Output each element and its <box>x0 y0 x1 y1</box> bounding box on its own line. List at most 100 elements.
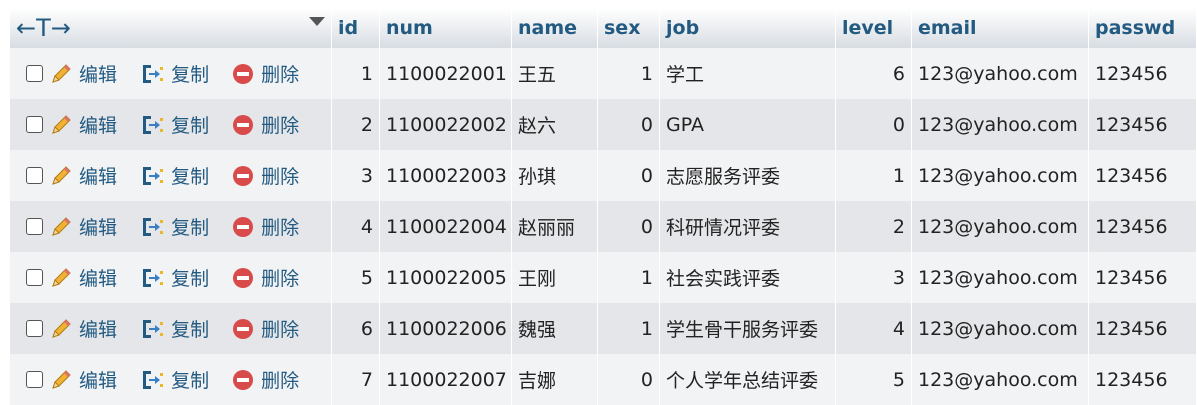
cell-num: 1100022001 <box>380 48 512 99</box>
cell-passwd: 123456 <box>1089 99 1197 150</box>
edit-button[interactable]: 编辑 <box>49 366 117 393</box>
edit-button[interactable]: 编辑 <box>49 264 117 291</box>
delete-label: 删除 <box>261 268 300 290</box>
cell-id: 7 <box>332 354 380 405</box>
delete-label: 删除 <box>261 319 300 341</box>
cell-passwd: 123456 <box>1089 303 1197 354</box>
edit-button[interactable]: 编辑 <box>49 315 117 342</box>
cell-sex: 1 <box>598 252 660 303</box>
cell-email: 123@yahoo.com <box>912 150 1089 201</box>
delete-button[interactable]: 删除 <box>233 213 299 240</box>
edit-button[interactable]: 编辑 <box>49 111 117 138</box>
cell-job: 学工 <box>660 48 836 99</box>
column-header-id[interactable]: id <box>332 8 380 48</box>
copy-button[interactable]: 复制 <box>141 315 209 342</box>
delete-label: 删除 <box>261 166 300 188</box>
row-checkbox[interactable] <box>26 218 43 235</box>
copy-icon <box>143 64 164 83</box>
delete-icon <box>233 165 254 186</box>
cell-name: 魏强 <box>512 303 598 354</box>
pencil-icon <box>52 63 71 83</box>
delete-icon <box>233 216 254 237</box>
column-header-passwd[interactable]: passwd <box>1089 8 1197 48</box>
header-row: ←T→ id num name sex job level email pass… <box>10 8 1197 48</box>
cell-num: 1100022006 <box>380 303 512 354</box>
delete-button[interactable]: 删除 <box>233 111 299 138</box>
column-header-job[interactable]: job <box>660 8 836 48</box>
cell-email: 123@yahoo.com <box>912 354 1089 405</box>
sort-dropdown-icon[interactable] <box>309 17 325 26</box>
cell-name: 王刚 <box>512 252 598 303</box>
cell-level: 2 <box>836 201 912 252</box>
column-header-level[interactable]: level <box>836 8 912 48</box>
edit-button[interactable]: 编辑 <box>49 60 117 87</box>
column-header-email[interactable]: email <box>912 8 1089 48</box>
copy-label: 复制 <box>171 370 210 392</box>
cell-job: 志愿服务评委 <box>660 150 836 201</box>
pencil-icon <box>52 369 71 389</box>
cell-job: GPA <box>660 99 836 150</box>
row-checkbox[interactable] <box>26 116 43 133</box>
cell-name: 吉娜 <box>512 354 598 405</box>
cell-name: 赵丽丽 <box>512 201 598 252</box>
column-nav-arrows[interactable]: ←T→ <box>16 14 71 42</box>
delete-button[interactable]: 删除 <box>233 366 299 393</box>
copy-button[interactable]: 复制 <box>141 60 209 87</box>
delete-label: 删除 <box>261 217 300 239</box>
row-checkbox[interactable] <box>26 167 43 184</box>
copy-icon <box>143 166 164 185</box>
row-checkbox[interactable] <box>26 269 43 286</box>
cell-job: 个人学年总结评委 <box>660 354 836 405</box>
cell-passwd: 123456 <box>1089 252 1197 303</box>
row-checkbox[interactable] <box>26 65 43 82</box>
edit-label: 编辑 <box>79 166 118 188</box>
cell-sex: 0 <box>598 201 660 252</box>
pencil-icon <box>52 165 71 185</box>
cell-id: 5 <box>332 252 380 303</box>
copy-icon <box>143 319 164 338</box>
column-header-name[interactable]: name <box>512 8 598 48</box>
delete-button[interactable]: 删除 <box>233 264 299 291</box>
copy-icon <box>143 370 164 389</box>
pencil-icon <box>52 216 71 236</box>
cell-name: 王五 <box>512 48 598 99</box>
cell-id: 1 <box>332 48 380 99</box>
delete-button[interactable]: 删除 <box>233 315 299 342</box>
delete-button[interactable]: 删除 <box>233 162 299 189</box>
row-checkbox[interactable] <box>26 320 43 337</box>
copy-icon <box>143 115 164 134</box>
cell-passwd: 123456 <box>1089 354 1197 405</box>
copy-icon <box>143 217 164 236</box>
copy-button[interactable]: 复制 <box>141 366 209 393</box>
cell-email: 123@yahoo.com <box>912 48 1089 99</box>
copy-button[interactable]: 复制 <box>141 162 209 189</box>
delete-label: 删除 <box>261 370 300 392</box>
table-row: 编辑 复制 删除 7 1100022007 吉娜 0 个人学年总结评委 5 12… <box>10 354 1197 405</box>
cell-job: 科研情况评委 <box>660 201 836 252</box>
copy-button[interactable]: 复制 <box>141 264 209 291</box>
copy-button[interactable]: 复制 <box>141 111 209 138</box>
cell-passwd: 123456 <box>1089 150 1197 201</box>
delete-button[interactable]: 删除 <box>233 60 299 87</box>
edit-label: 编辑 <box>79 319 118 341</box>
table-row: 编辑 复制 删除 2 1100022002 赵六 0 GPA 0 123@yah… <box>10 99 1197 150</box>
cell-name: 孙琪 <box>512 150 598 201</box>
edit-label: 编辑 <box>79 64 118 86</box>
edit-button[interactable]: 编辑 <box>49 162 117 189</box>
copy-button[interactable]: 复制 <box>141 213 209 240</box>
row-actions-cell: 编辑 复制 删除 <box>10 303 332 354</box>
column-header-num[interactable]: num <box>380 8 512 48</box>
header-nav-cell: ←T→ <box>10 8 332 48</box>
column-header-sex[interactable]: sex <box>598 8 660 48</box>
edit-label: 编辑 <box>79 268 118 290</box>
edit-label: 编辑 <box>79 370 118 392</box>
table-row: 编辑 复制 删除 3 1100022003 孙琪 0 志愿服务评委 1 123@… <box>10 150 1197 201</box>
delete-label: 删除 <box>261 64 300 86</box>
cell-num: 1100022004 <box>380 201 512 252</box>
row-actions-cell: 编辑 复制 删除 <box>10 354 332 405</box>
delete-icon <box>233 267 254 288</box>
row-checkbox[interactable] <box>26 371 43 388</box>
cell-sex: 0 <box>598 99 660 150</box>
copy-label: 复制 <box>171 217 210 239</box>
edit-button[interactable]: 编辑 <box>49 213 117 240</box>
